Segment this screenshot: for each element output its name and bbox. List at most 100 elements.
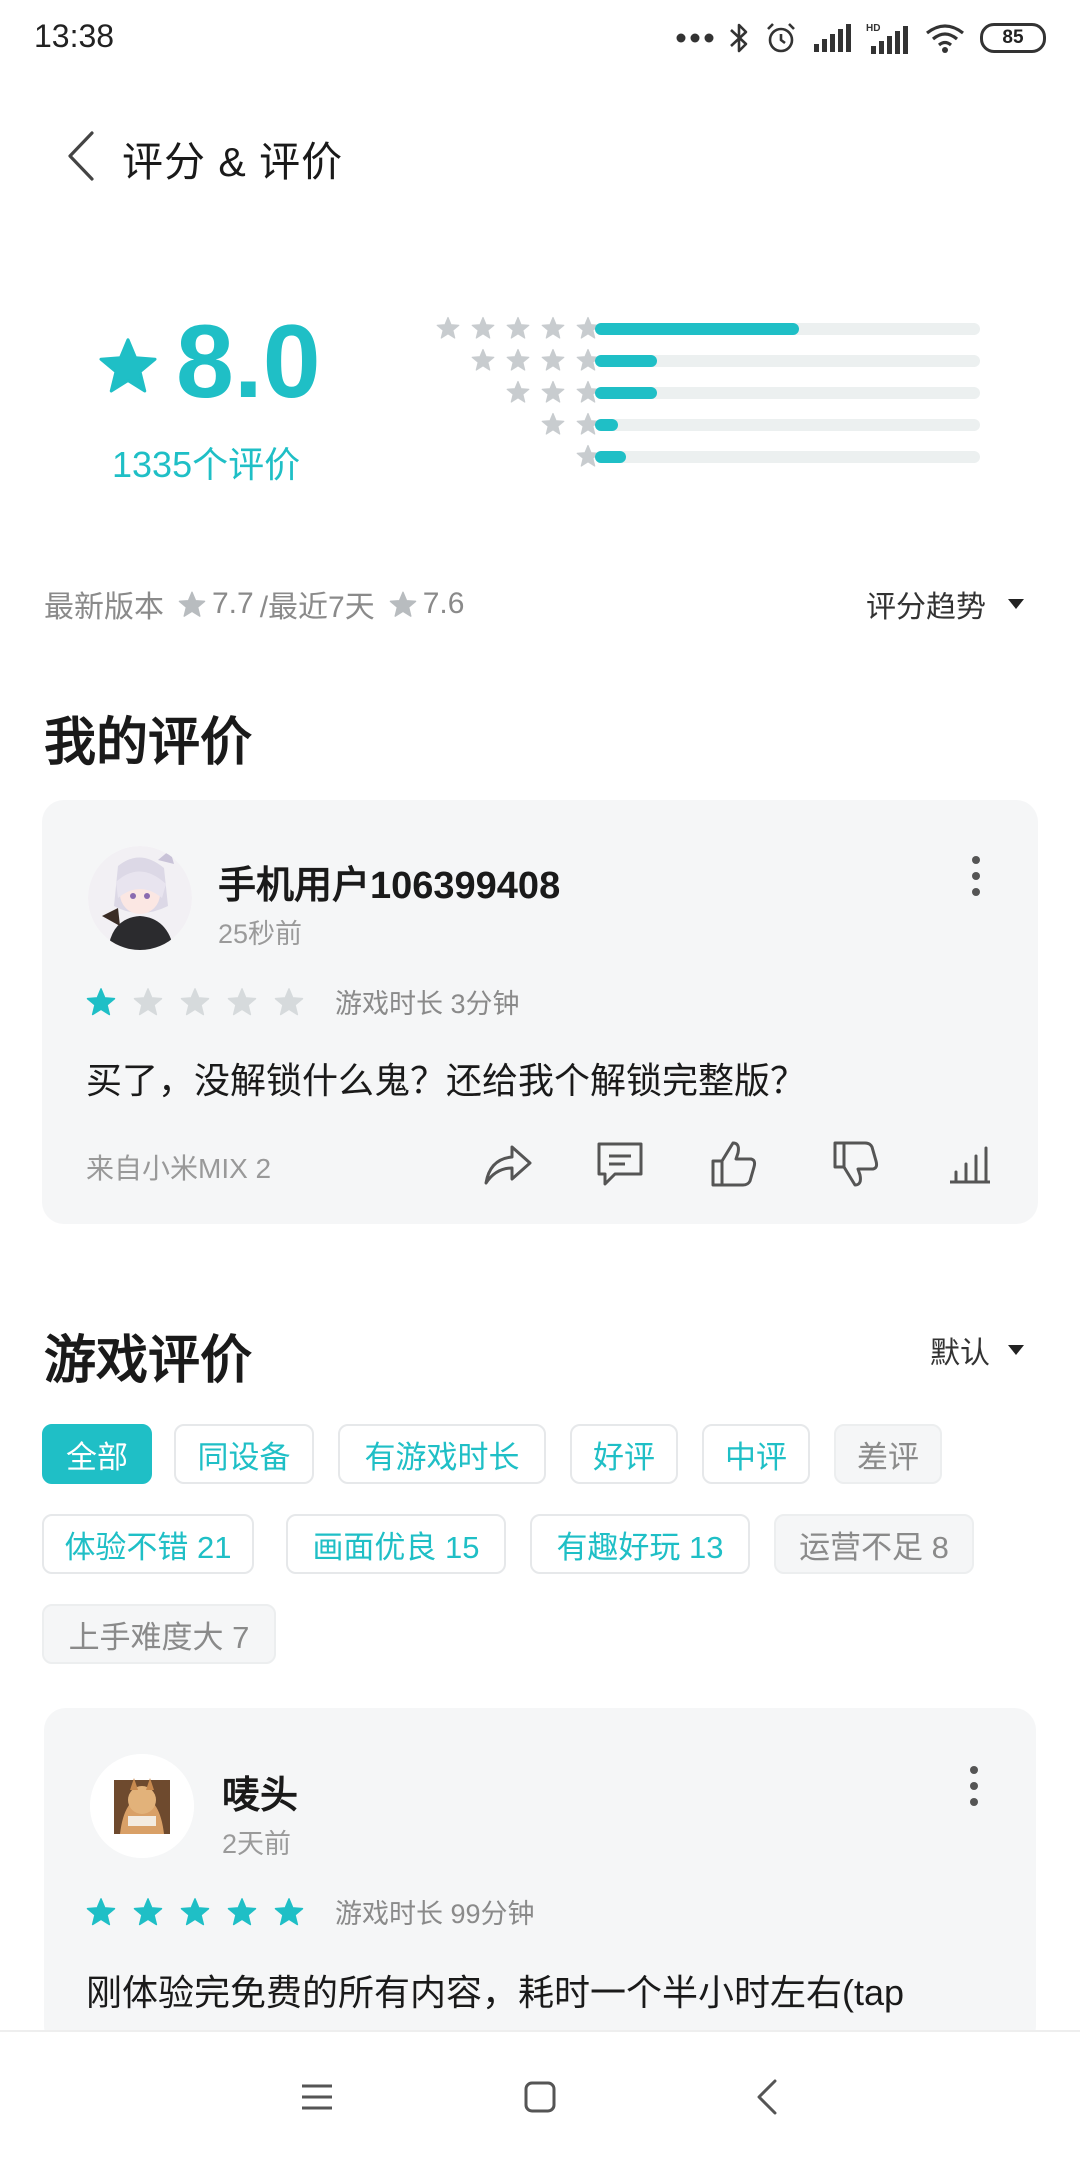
distribution-bar-fill (595, 387, 657, 399)
home-button[interactable] (510, 2072, 570, 2122)
chevron-left-icon (66, 131, 96, 181)
star-icon (471, 316, 495, 339)
distribution-stars (436, 316, 600, 340)
my-review-card: 手机用户106399408 25秒前 游戏时长 3分钟 买了，没解锁什么鬼？还给… (42, 800, 1038, 1224)
rating-count: 1335个评价 (112, 444, 301, 485)
playtime: 游戏时长 99分钟 (335, 1899, 535, 1929)
playtime: 游戏时长 3分钟 (335, 989, 520, 1019)
avatar[interactable] (90, 1754, 194, 1858)
bluetooth-icon (728, 21, 750, 55)
caret-down-icon (1008, 1345, 1024, 1355)
avatar[interactable] (88, 846, 192, 950)
game-reviews-title: 游戏评价 (44, 1332, 253, 1390)
caret-down-icon (1008, 599, 1024, 609)
filled-star-icon (86, 987, 116, 1015)
star-icon (471, 348, 495, 371)
review-username: 手机用户106399408 (218, 865, 561, 907)
distribution-row (400, 344, 1000, 376)
review-text: 刚体验完免费的所有内容，耗时一个半小时左右(tap (86, 1972, 905, 2013)
chip-good-experience[interactable]: 体验不错 21 (42, 1514, 254, 1574)
share-button[interactable] (480, 1136, 536, 1192)
alarm-icon (764, 21, 798, 55)
nav-back-button[interactable] (737, 2072, 797, 2122)
filled-star-icon (274, 1897, 304, 1925)
filled-star-icon (227, 1897, 257, 1925)
empty-star-icon (274, 987, 304, 1015)
distribution-bar-track (595, 323, 980, 335)
overall-score: 8.0 (176, 304, 321, 420)
sort-button[interactable]: 默认 (930, 1328, 1024, 1372)
filled-star-icon (86, 1897, 116, 1925)
review-time: 2天前 (222, 1829, 292, 1859)
chip-negative[interactable]: 差评 (834, 1424, 942, 1484)
star-icon (506, 380, 530, 403)
chip-same-device[interactable]: 同设备 (174, 1424, 314, 1484)
status-time: 13:38 (34, 18, 115, 54)
filled-star-icon (180, 1897, 210, 1925)
version-score-line: 最新版本 7.7 /最近7天 7.6 (44, 582, 464, 626)
review-stars: 游戏时长 99分钟 (86, 1892, 535, 1931)
stats-button[interactable] (942, 1136, 998, 1192)
status-icons: HD 85 (676, 18, 1046, 58)
status-bar: 13:38 HD 85 (0, 0, 1080, 76)
chip-positive[interactable]: 好评 (570, 1424, 678, 1484)
chip-all[interactable]: 全部 (42, 1424, 152, 1484)
review-stars: 游戏时长 3分钟 (86, 982, 520, 1021)
chip-has-playtime[interactable]: 有游戏时长 (338, 1424, 546, 1484)
menu-icon (300, 2083, 334, 2111)
sort-label: 默认 (930, 1337, 990, 1370)
empty-star-icon (180, 987, 210, 1015)
chip-poor-operation[interactable]: 运营不足 8 (774, 1514, 974, 1574)
comment-button[interactable] (592, 1136, 648, 1192)
battery-icon: 85 (980, 23, 1046, 53)
header: 评分 & 评价 (0, 110, 1080, 200)
rating-trend-button[interactable]: 评分趋势 (866, 582, 1024, 626)
more-options-button[interactable] (956, 846, 996, 906)
star-icon (389, 591, 417, 618)
home-square-icon (523, 2080, 557, 2114)
latest-version-score: 7.7 (212, 587, 254, 620)
distribution-row (400, 312, 1000, 344)
thumbs-down-icon (831, 1139, 881, 1189)
distribution-bar-fill (595, 323, 800, 335)
chip-fun[interactable]: 有趣好玩 13 (530, 1514, 750, 1574)
battery-level: 85 (1002, 27, 1024, 48)
review-device: 来自小米MIX 2 (86, 1153, 272, 1184)
star-icon (506, 348, 530, 371)
distribution-row (400, 376, 1000, 408)
hd-signal-icon: HD (866, 21, 910, 55)
chip-good-graphics[interactable]: 画面优良 15 (286, 1514, 506, 1574)
recent-label: /最近7天 (259, 591, 375, 624)
star-icon (541, 348, 565, 371)
more-options-button[interactable] (954, 1756, 994, 1816)
filled-star-icon (133, 1897, 163, 1925)
star-icon (506, 316, 530, 339)
thumbs-up-icon (709, 1139, 759, 1189)
review-username: 唛头 (222, 1775, 299, 1817)
star-icon (541, 412, 565, 435)
chip-neutral[interactable]: 中评 (702, 1424, 810, 1484)
empty-star-icon (133, 987, 163, 1015)
star-icon (436, 316, 460, 339)
comment-icon (595, 1140, 645, 1188)
distribution-bar-track (595, 419, 980, 431)
svg-text:HD: HD (866, 23, 880, 34)
distribution-bar-track (595, 387, 980, 399)
my-review-title: 我的评价 (44, 714, 253, 772)
distribution-row (400, 408, 1000, 440)
more-dots-icon (676, 33, 714, 43)
distribution-stars (506, 380, 600, 404)
like-button[interactable] (706, 1136, 762, 1192)
signal-icon (812, 23, 852, 53)
wifi-icon (924, 22, 966, 54)
back-button[interactable] (56, 126, 106, 186)
stats-icon (948, 1144, 992, 1184)
score-star-icon (98, 337, 158, 395)
share-icon (482, 1141, 534, 1187)
dislike-button[interactable] (828, 1136, 884, 1192)
chip-hard-to-start[interactable]: 上手难度大 7 (42, 1604, 276, 1664)
distribution-bar-track (595, 451, 980, 463)
star-icon (541, 380, 565, 403)
rating-stars (86, 1897, 304, 1927)
menu-button[interactable] (287, 2072, 347, 2122)
